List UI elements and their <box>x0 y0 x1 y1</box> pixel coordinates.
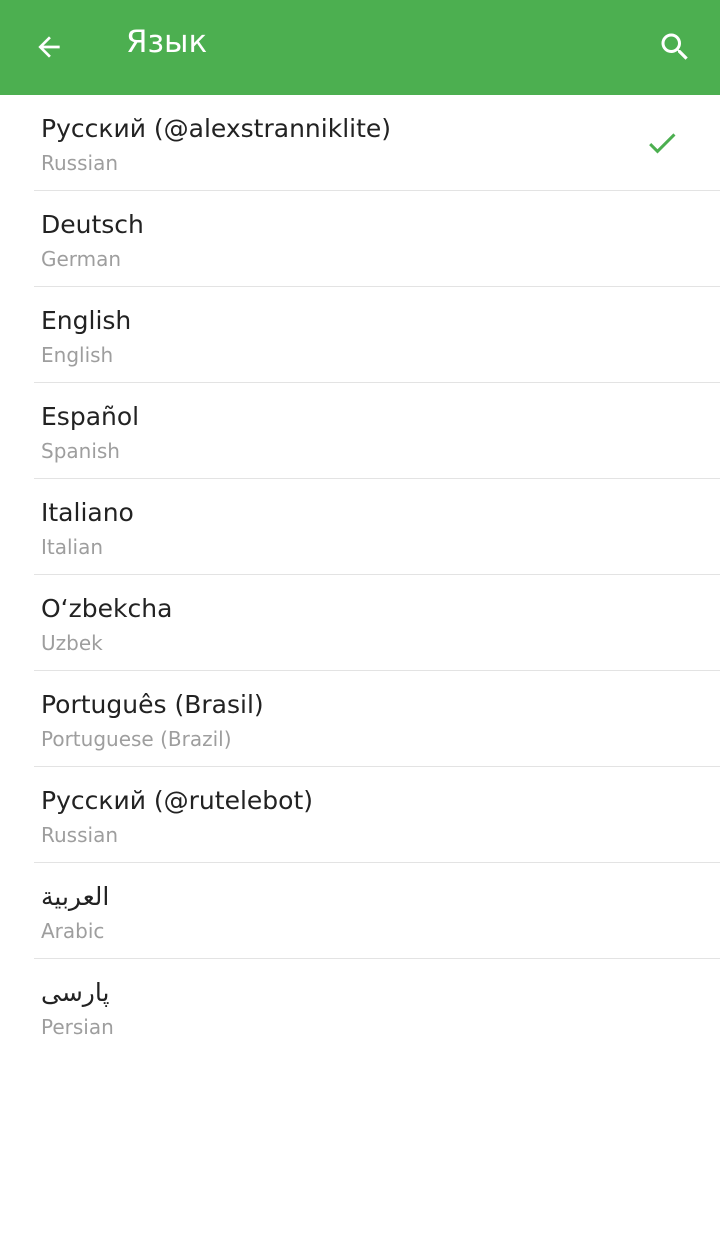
language-name: Italiano <box>41 498 134 527</box>
language-subtitle: German <box>41 247 122 271</box>
search-button[interactable] <box>650 22 700 72</box>
language-item-italiano[interactable]: Italiano Italian <box>0 479 720 575</box>
language-item-english[interactable]: English English <box>0 287 720 383</box>
arrow-left-icon <box>38 36 60 58</box>
language-subtitle: English <box>41 343 114 367</box>
app-bar: Язык <box>0 0 720 95</box>
page-title: Язык <box>126 24 208 60</box>
language-item-deutsch[interactable]: Deutsch German <box>0 191 720 287</box>
language-name: O‘zbekcha <box>41 594 173 623</box>
language-name: Português (Brasil) <box>41 690 264 719</box>
back-button[interactable] <box>24 22 74 72</box>
language-item-russian-alexstranniklite[interactable]: Русский (@alexstranniklite) Russian <box>0 95 720 191</box>
language-name: العربية <box>41 882 110 911</box>
language-subtitle: Russian <box>41 151 119 175</box>
language-subtitle: Russian <box>41 823 119 847</box>
language-name: Deutsch <box>41 210 144 239</box>
language-subtitle: Uzbek <box>41 631 103 655</box>
language-name: Español <box>41 402 140 431</box>
language-name: Русский (@alexstranniklite) <box>41 114 392 143</box>
language-item-ozbekcha[interactable]: O‘zbekcha Uzbek <box>0 575 720 671</box>
language-name: Русский (@rutelebot) <box>41 786 314 815</box>
language-item-portugues-brasil[interactable]: Português (Brasil) Portuguese (Brazil) <box>0 671 720 767</box>
language-subtitle: Persian <box>41 1015 114 1039</box>
language-item-persian[interactable]: پارسی Persian <box>0 959 720 1055</box>
language-name: English <box>41 306 132 335</box>
language-list: Русский (@alexstranniklite) Russian Deut… <box>0 95 720 1055</box>
language-name: پارسی <box>41 978 110 1007</box>
language-subtitle: Italian <box>41 535 104 559</box>
search-icon <box>661 33 688 60</box>
language-subtitle: Spanish <box>41 439 120 463</box>
language-item-espanol[interactable]: Español Spanish <box>0 383 720 479</box>
language-subtitle: Portuguese (Brazil) <box>41 727 232 751</box>
language-subtitle: Arabic <box>41 919 105 943</box>
language-item-arabic[interactable]: العربية Arabic <box>0 863 720 959</box>
checkmark-icon <box>649 133 676 154</box>
language-item-russian-rutelebot[interactable]: Русский (@rutelebot) Russian <box>0 767 720 863</box>
